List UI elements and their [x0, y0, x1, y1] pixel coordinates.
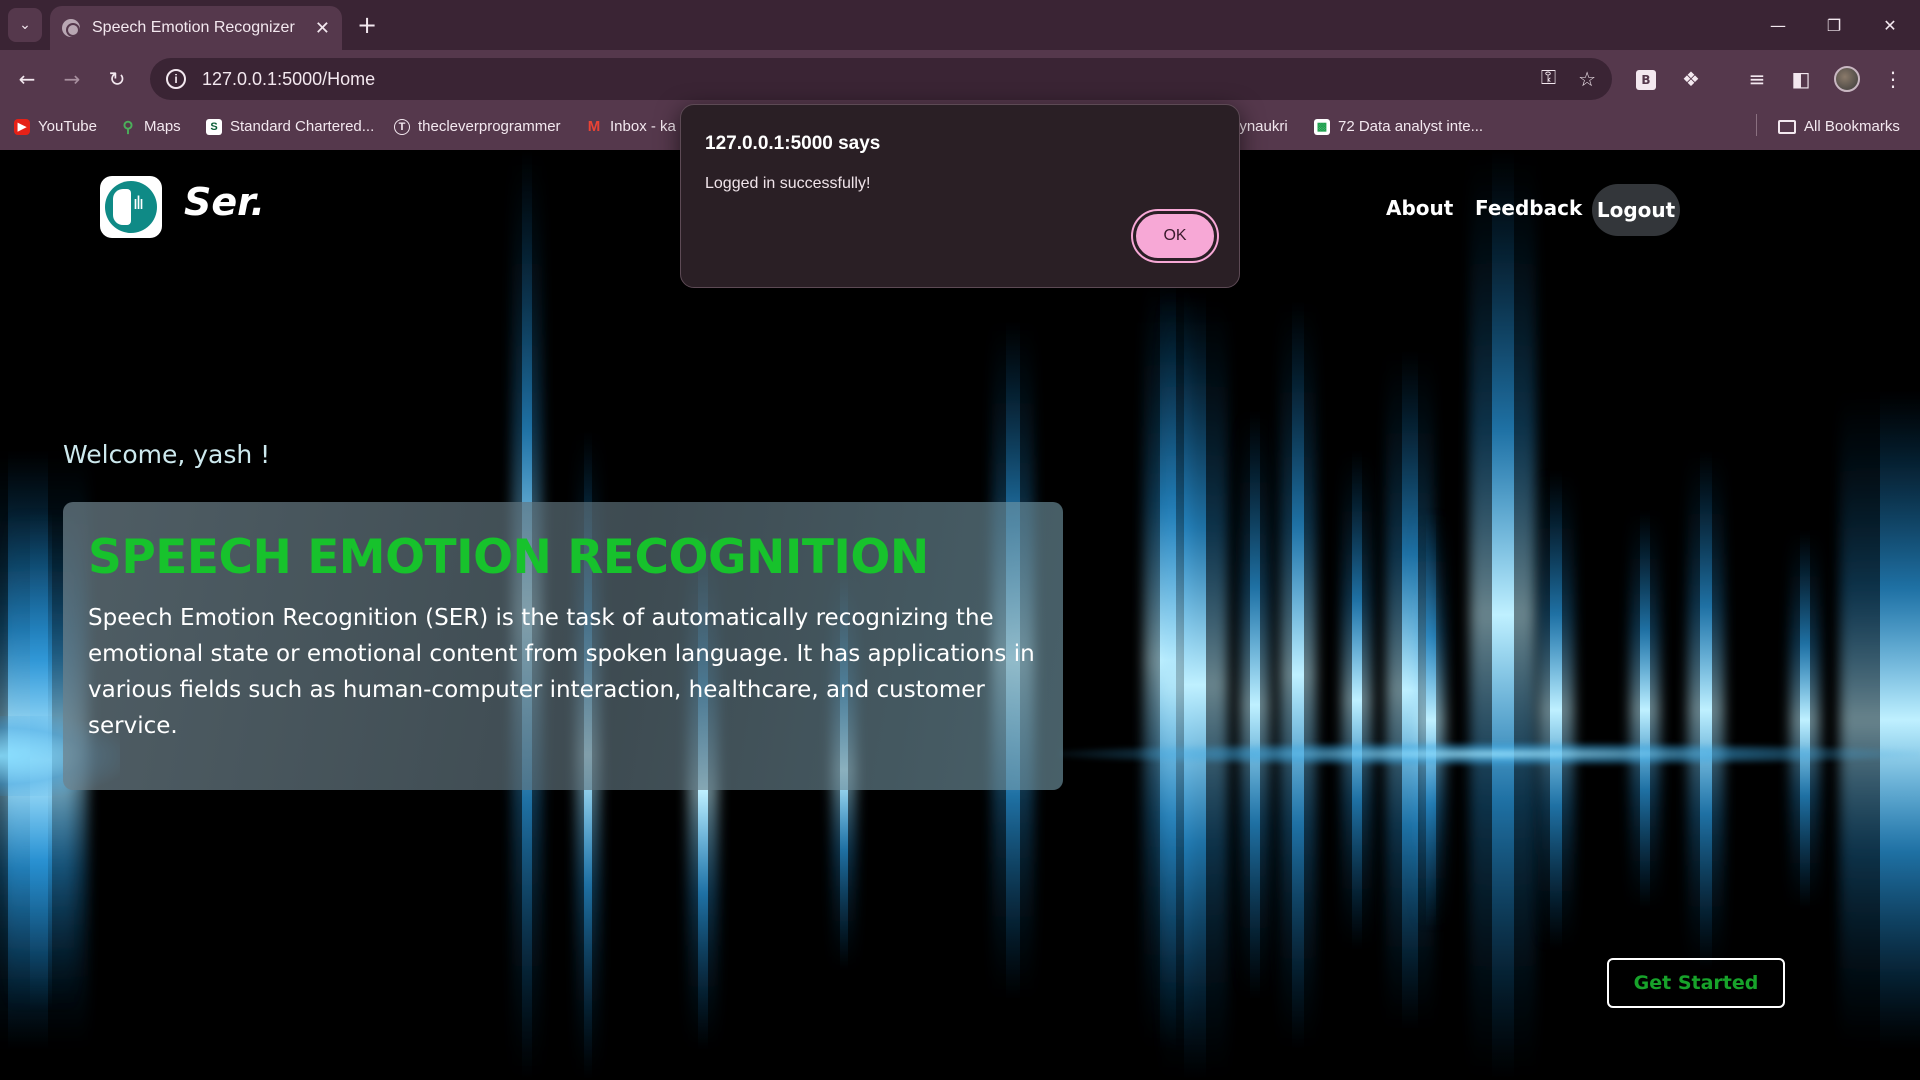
reload-icon: ↻	[108, 67, 126, 91]
tab-title: Speech Emotion Recognizer	[92, 19, 295, 36]
wave-bar	[1800, 530, 1810, 910]
wave-bar	[1880, 390, 1920, 1050]
hero-card: SPEECH EMOTION RECOGNITION Speech Emotio…	[63, 502, 1063, 790]
bookmark-label: YouTube	[38, 118, 97, 135]
speaking-head-icon	[105, 181, 157, 233]
browser-tab-bar: ⌄ Speech Emotion Recognizer ✕ + — ❐ ✕	[0, 0, 1920, 50]
extension-b-icon[interactable]: B	[1636, 70, 1656, 90]
globe-icon	[62, 19, 80, 37]
menu-kebab-icon[interactable]: ⋮	[1876, 62, 1910, 96]
wave-bar	[1292, 300, 1304, 1050]
arrow-right-icon: →	[63, 67, 81, 91]
address-bar[interactable]: i 127.0.0.1:5000/Home ⚿ ☆	[150, 58, 1612, 100]
wave-bar	[1184, 290, 1206, 1080]
sheet-icon: ▩	[1314, 118, 1330, 135]
alert-dialog: 127.0.0.1:5000 says Logged in successful…	[680, 104, 1240, 288]
bookmark-data-analyst[interactable]: ▩ 72 Data analyst inte...	[1314, 118, 1483, 135]
all-bookmarks-label: All Bookmarks	[1804, 118, 1900, 135]
bookmark-label: 72 Data analyst inte...	[1338, 118, 1484, 135]
close-window-button[interactable]: ✕	[1862, 0, 1918, 50]
new-tab-button[interactable]: +	[352, 10, 382, 40]
standard-chartered-icon: S	[206, 118, 222, 135]
brand-name[interactable]: Ser.	[184, 180, 265, 224]
back-button[interactable]: ←	[10, 62, 44, 96]
wave-bar	[1700, 450, 1712, 970]
bookmark-label: lynaukri	[1236, 118, 1288, 135]
browser-toolbar: ← → ↻ i 127.0.0.1:5000/Home ⚿ ☆ B ❖ ≡ ◧ …	[0, 50, 1920, 108]
bookmark-label: Inbox - ka	[610, 118, 676, 135]
wave-bar	[1402, 350, 1418, 1030]
dialog-message: Logged in successfully!	[705, 175, 871, 192]
maps-icon: ⚲	[122, 118, 134, 136]
wave-bar	[1352, 450, 1362, 950]
chevron-down-icon: ⌄	[19, 17, 31, 33]
wave-bar	[1250, 410, 1260, 1000]
restore-button[interactable]: ❐	[1806, 0, 1862, 50]
bookmark-maps[interactable]: ⚲ Maps	[120, 118, 181, 136]
wave-bar	[1550, 470, 1562, 950]
bookmark-naukri[interactable]: lynaukri	[1236, 118, 1288, 135]
bookmark-star-icon[interactable]: ☆	[1578, 67, 1596, 92]
hero-description: Speech Emotion Recognition (SER) is the …	[88, 605, 1035, 739]
t-circle-icon: T	[394, 118, 410, 135]
page-content: Ser. About Feedback Logout Welcome, yash…	[0, 150, 1920, 1080]
wave-bar	[1492, 150, 1514, 1080]
profile-avatar[interactable]	[1834, 66, 1860, 92]
password-key-icon[interactable]: ⚿	[1541, 67, 1556, 92]
browser-tab-active[interactable]: Speech Emotion Recognizer ✕	[50, 6, 342, 50]
bookmarks-divider	[1756, 114, 1757, 136]
bookmark-label: Maps	[144, 118, 181, 135]
welcome-message: Welcome, yash !	[63, 440, 271, 469]
bookmark-gmail[interactable]: M Inbox - ka	[586, 118, 676, 135]
wave-bar	[1426, 510, 1436, 930]
site-info-icon[interactable]: i	[166, 69, 186, 89]
bookmark-youtube[interactable]: ▶ YouTube	[14, 118, 97, 135]
all-bookmarks-button[interactable]: All Bookmarks	[1778, 118, 1900, 135]
dialog-title: 127.0.0.1:5000 says	[705, 133, 881, 154]
arrow-left-icon: ←	[18, 67, 36, 91]
close-tab-icon[interactable]: ✕	[315, 18, 330, 39]
nav-feedback[interactable]: Feedback	[1475, 196, 1582, 220]
wave-bar	[1640, 510, 1650, 910]
media-queue-icon[interactable]: ≡	[1740, 62, 1774, 96]
bookmark-label: thecleverprogrammer	[418, 118, 561, 135]
tab-search-button[interactable]: ⌄	[8, 8, 42, 42]
minimize-button[interactable]: —	[1750, 0, 1806, 50]
site-logo[interactable]	[100, 176, 162, 238]
gmail-icon: M	[587, 118, 601, 135]
folder-icon	[1778, 119, 1796, 134]
nav-logout-button[interactable]: Logout	[1592, 184, 1680, 236]
wave-glow-line	[1060, 742, 1920, 766]
bookmark-label: Standard Chartered...	[230, 118, 375, 135]
bookmark-standard-chartered[interactable]: S Standard Chartered...	[206, 118, 374, 135]
bookmark-thecleverprogrammer[interactable]: T thecleverprogrammer	[394, 118, 561, 135]
forward-button[interactable]: →	[55, 62, 89, 96]
url-text[interactable]: 127.0.0.1:5000/Home	[202, 69, 1541, 90]
reload-button[interactable]: ↻	[100, 62, 134, 96]
extensions-puzzle-icon[interactable]: ❖	[1674, 62, 1708, 96]
side-panel-icon[interactable]: ◧	[1784, 62, 1818, 96]
hero-title: SPEECH EMOTION RECOGNITION	[88, 530, 929, 585]
get-started-button[interactable]: Get Started	[1607, 958, 1785, 1008]
dialog-ok-button[interactable]: OK	[1133, 211, 1217, 261]
youtube-icon: ▶	[14, 118, 30, 135]
nav-about[interactable]: About	[1386, 196, 1453, 220]
